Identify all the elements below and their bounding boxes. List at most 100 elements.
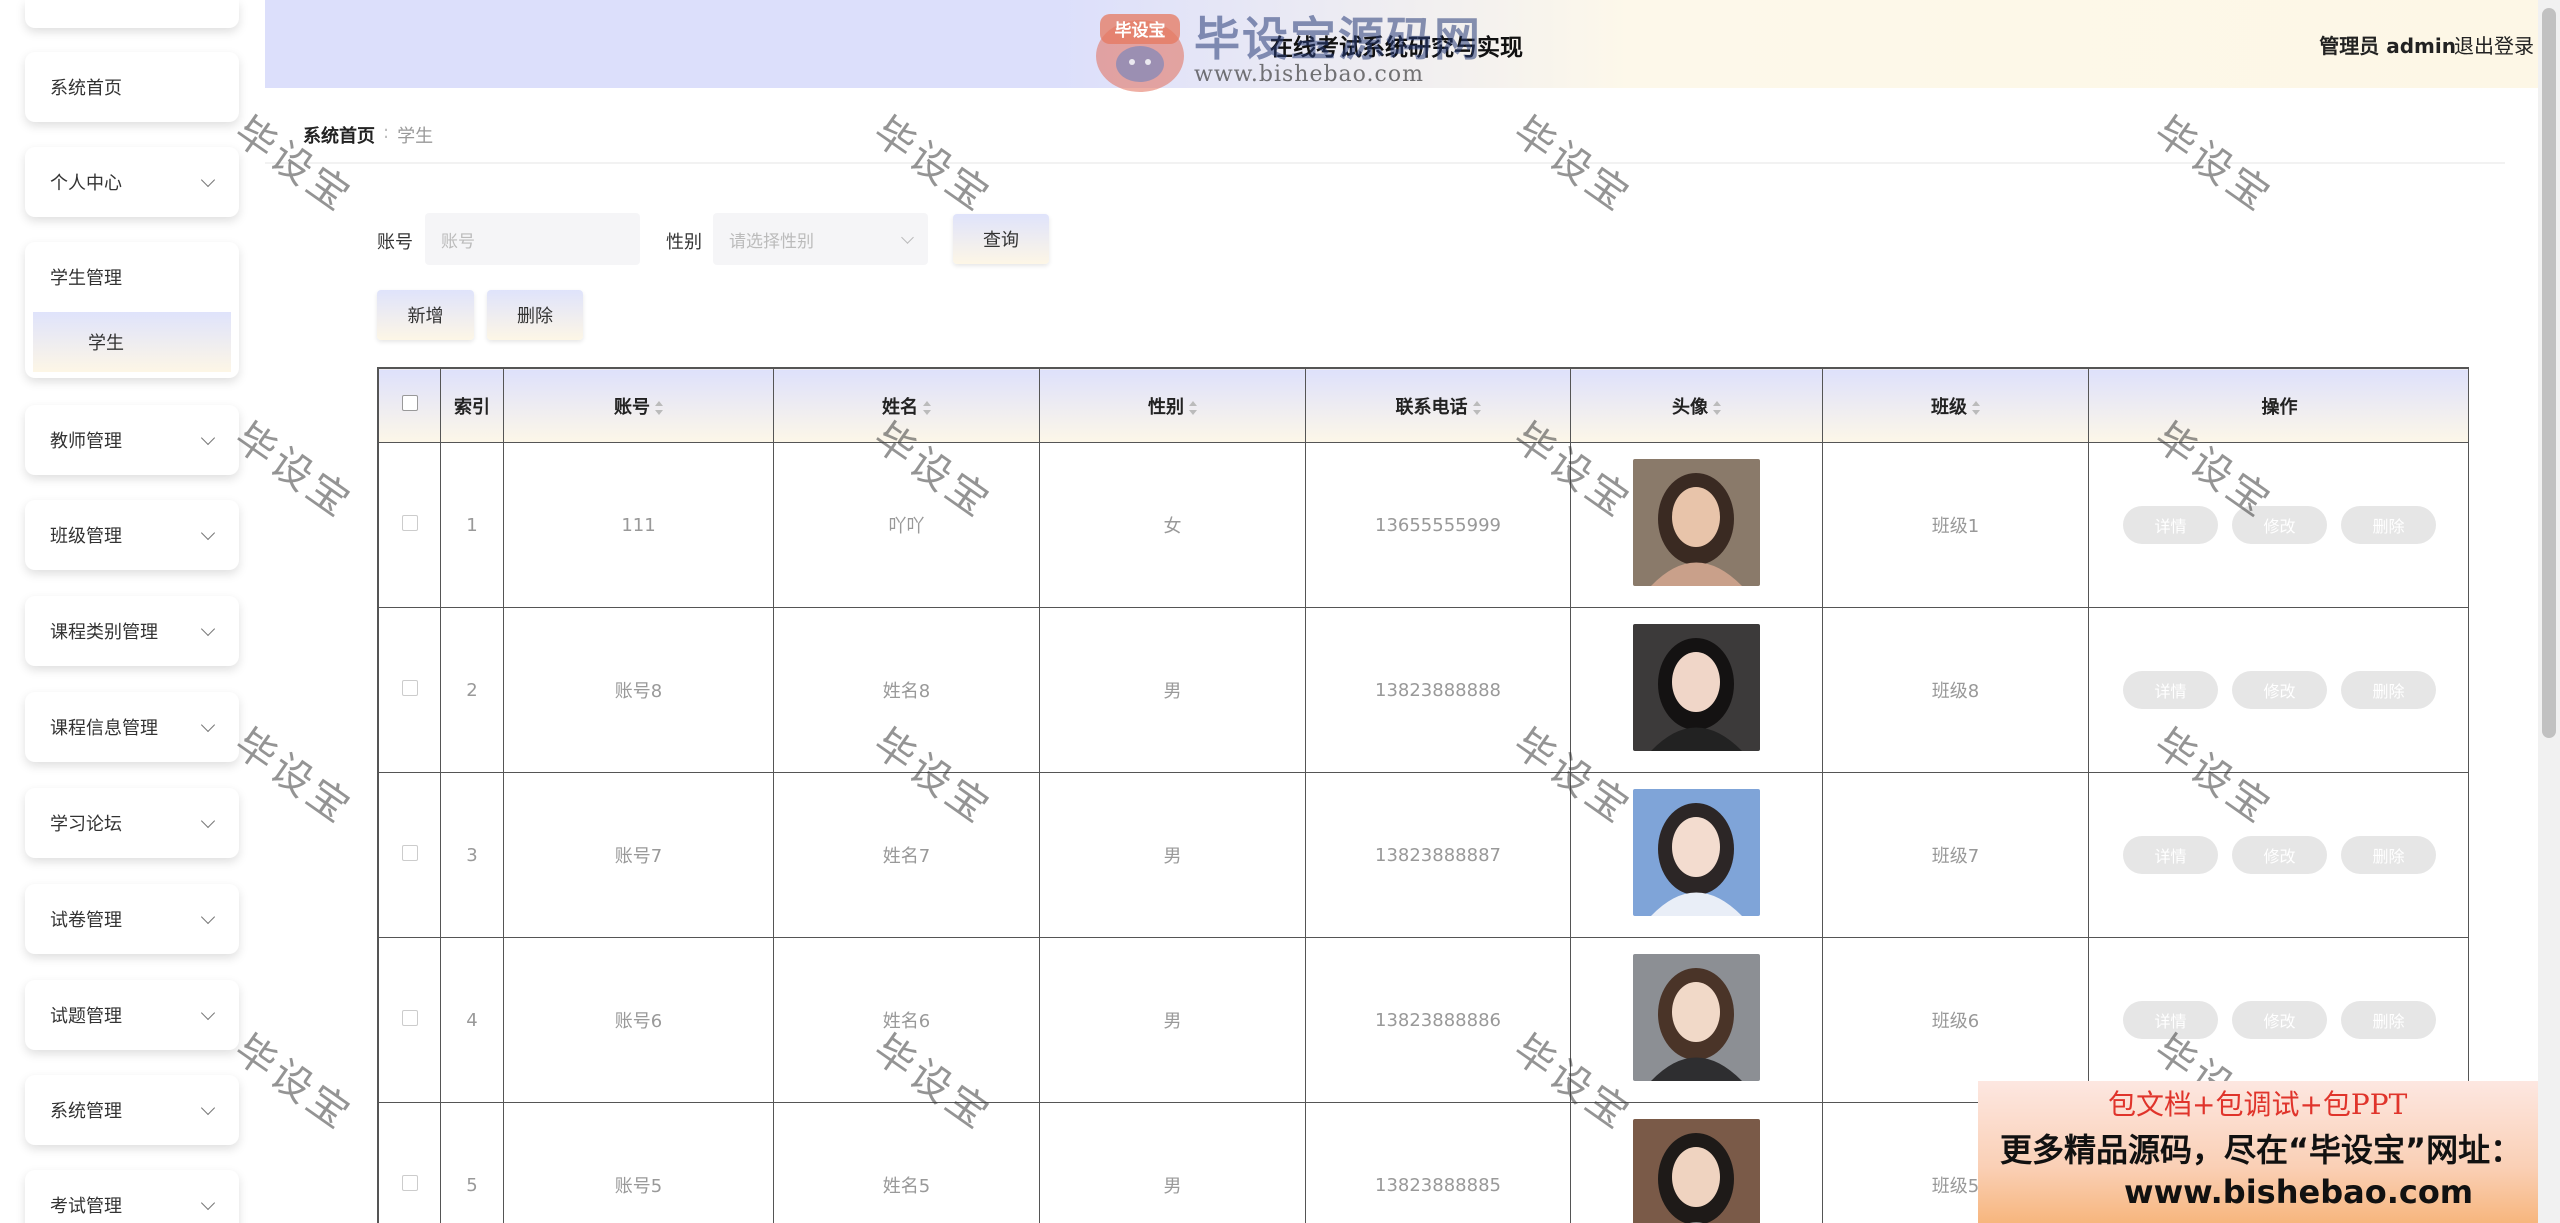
chevron-down-icon (200, 1195, 216, 1211)
sidebar-item-papers[interactable]: 试卷管理 (25, 884, 239, 954)
sidebar-subitem-students[interactable]: 学生 (33, 312, 231, 372)
cell-phone: 13823888886 (1305, 937, 1571, 1103)
header-class[interactable]: 班级 (1822, 368, 2089, 443)
header-phone-label: 联系电话 (1395, 396, 1468, 418)
chevron-down-icon (200, 430, 216, 446)
chevron-down-icon (901, 231, 914, 244)
header-name[interactable]: 姓名 (773, 368, 1040, 443)
sort-icon[interactable] (1713, 400, 1721, 415)
chevron-down-icon (200, 621, 216, 637)
delete-button[interactable]: 删除 (2341, 836, 2436, 874)
edit-button[interactable]: 修改 (2232, 506, 2327, 544)
edit-button[interactable]: 修改 (2232, 836, 2327, 874)
sidebar-item-teachers[interactable]: 教师管理 (25, 405, 239, 475)
page-scrollbar[interactable] (2538, 0, 2560, 1223)
avatar[interactable] (1633, 624, 1760, 751)
table-row: 2 账号8 姓名8 男 13823888888 班级8 详情 修改 删除 (378, 607, 2468, 773)
edit-button[interactable]: 修改 (2232, 1001, 2327, 1039)
chevron-down-icon (200, 909, 216, 925)
header-avatar[interactable]: 头像 (1570, 368, 1823, 443)
sidebar-item-home[interactable]: 系统首页 (25, 52, 239, 122)
sort-icon[interactable] (655, 400, 663, 415)
query-button[interactable]: 查询 (953, 214, 1049, 264)
row-actions: 详情 修改 删除 (2089, 1001, 2468, 1039)
cell-name: 姓名6 (773, 937, 1040, 1103)
breadcrumb: 系统首页 : 学生 (303, 122, 433, 148)
cell-account: 账号7 (503, 772, 774, 938)
cell-name: 吖吖 (773, 442, 1040, 608)
header-avatar-label: 头像 (1672, 396, 1708, 418)
cell-ops: 详情 修改 删除 (2088, 772, 2468, 938)
ad-line-2: 更多精品源码，尽在“毕设宝”网址： (2000, 1131, 2523, 1169)
sidebar-item-label: 考试管理 (50, 1196, 122, 1217)
cell-name: 姓名7 (773, 772, 1040, 938)
sidebar-item-students[interactable]: 学生管理 (25, 242, 239, 312)
avatar[interactable] (1633, 954, 1760, 1081)
cell-class: 班级7 (1822, 772, 2089, 938)
batch-delete-button[interactable]: 删除 (487, 290, 583, 340)
sidebar-item-classes[interactable]: 班级管理 (25, 500, 239, 570)
account-search-input[interactable]: 账号 (425, 213, 640, 265)
cell-index: 4 (440, 937, 504, 1103)
row-select-cell (378, 442, 441, 608)
table-row: 1 111 吖吖 女 13655555999 班级1 详情 修改 删除 (378, 442, 2468, 608)
sort-icon[interactable] (1972, 400, 1980, 415)
avatar[interactable] (1633, 459, 1760, 586)
sort-icon[interactable] (1472, 400, 1481, 415)
delete-button[interactable]: 删除 (2341, 506, 2436, 544)
cell-class: 班级6 (1822, 937, 2089, 1103)
row-checkbox[interactable] (401, 844, 418, 861)
header-index: 索引 (440, 368, 504, 443)
header-name-label: 姓名 (882, 396, 918, 418)
detail-button[interactable]: 详情 (2123, 671, 2218, 709)
cell-gender: 男 (1039, 1102, 1306, 1223)
sidebar-subitem-label: 学生 (88, 333, 124, 354)
sidebar-item-questions[interactable]: 试题管理 (25, 980, 239, 1050)
header-gender[interactable]: 性别 (1039, 368, 1306, 443)
ad-banner[interactable]: 包文档+包调试+包PPT 更多精品源码，尽在“毕设宝”网址： www.bishe… (1978, 1081, 2560, 1223)
sidebar-item-label: 系统管理 (50, 1101, 122, 1122)
header-account-label: 账号 (614, 396, 650, 418)
delete-button[interactable]: 删除 (2341, 671, 2436, 709)
sort-icon[interactable] (923, 400, 931, 415)
edit-button[interactable]: 修改 (2232, 671, 2327, 709)
sidebar-item-course-types[interactable]: 课程类别管理 (25, 596, 239, 666)
header-phone[interactable]: 联系电话 (1305, 368, 1571, 443)
breadcrumb-home[interactable]: 系统首页 (303, 122, 375, 148)
sidebar-item-personal[interactable]: 个人中心 (25, 147, 239, 217)
sidebar-item-forum[interactable]: 学习论坛 (25, 788, 239, 858)
ad-line-1: 包文档+包调试+包PPT (2108, 1088, 2408, 1121)
sort-icon[interactable] (1189, 400, 1197, 415)
cell-name: 姓名5 (773, 1102, 1040, 1223)
logout-link[interactable]: 退出登录 (2454, 30, 2534, 59)
row-actions: 详情 修改 删除 (2089, 836, 2468, 874)
sidebar-item-label: 课程信息管理 (50, 718, 158, 739)
row-checkbox[interactable] (401, 1174, 418, 1191)
detail-button[interactable]: 详情 (2123, 836, 2218, 874)
sidebar-item-label: 系统首页 (50, 78, 122, 99)
sidebar-item-label: 个人中心 (50, 173, 122, 194)
gender-select[interactable]: 请选择性别 (713, 213, 928, 265)
add-button[interactable]: 新增 (377, 290, 474, 340)
row-select-cell (378, 607, 441, 773)
sidebar-item-system[interactable]: 系统管理 (25, 1075, 239, 1145)
header-account[interactable]: 账号 (503, 368, 774, 443)
cell-gender: 男 (1039, 772, 1306, 938)
row-checkbox[interactable] (401, 514, 418, 531)
detail-button[interactable]: 详情 (2123, 1001, 2218, 1039)
sidebar-item-exams[interactable]: 考试管理 (25, 1170, 239, 1223)
delete-button[interactable]: 删除 (2341, 1001, 2436, 1039)
avatar[interactable] (1633, 1119, 1760, 1223)
row-checkbox[interactable] (401, 1009, 418, 1026)
cell-gender: 男 (1039, 937, 1306, 1103)
current-user: 管理员 admin (2319, 34, 2456, 58)
breadcrumb-current: 学生 (397, 126, 434, 147)
avatar[interactable] (1633, 789, 1760, 916)
sidebar-item-course-info[interactable]: 课程信息管理 (25, 692, 239, 762)
cell-avatar (1570, 607, 1823, 773)
select-all-checkbox[interactable] (401, 395, 418, 411)
detail-button[interactable]: 详情 (2123, 506, 2218, 544)
site-logo: 毕设宝 毕设宝源码网 www.bishebao.com (1092, 8, 1482, 94)
row-checkbox[interactable] (401, 679, 418, 696)
scrollbar-thumb[interactable] (2542, 8, 2556, 738)
